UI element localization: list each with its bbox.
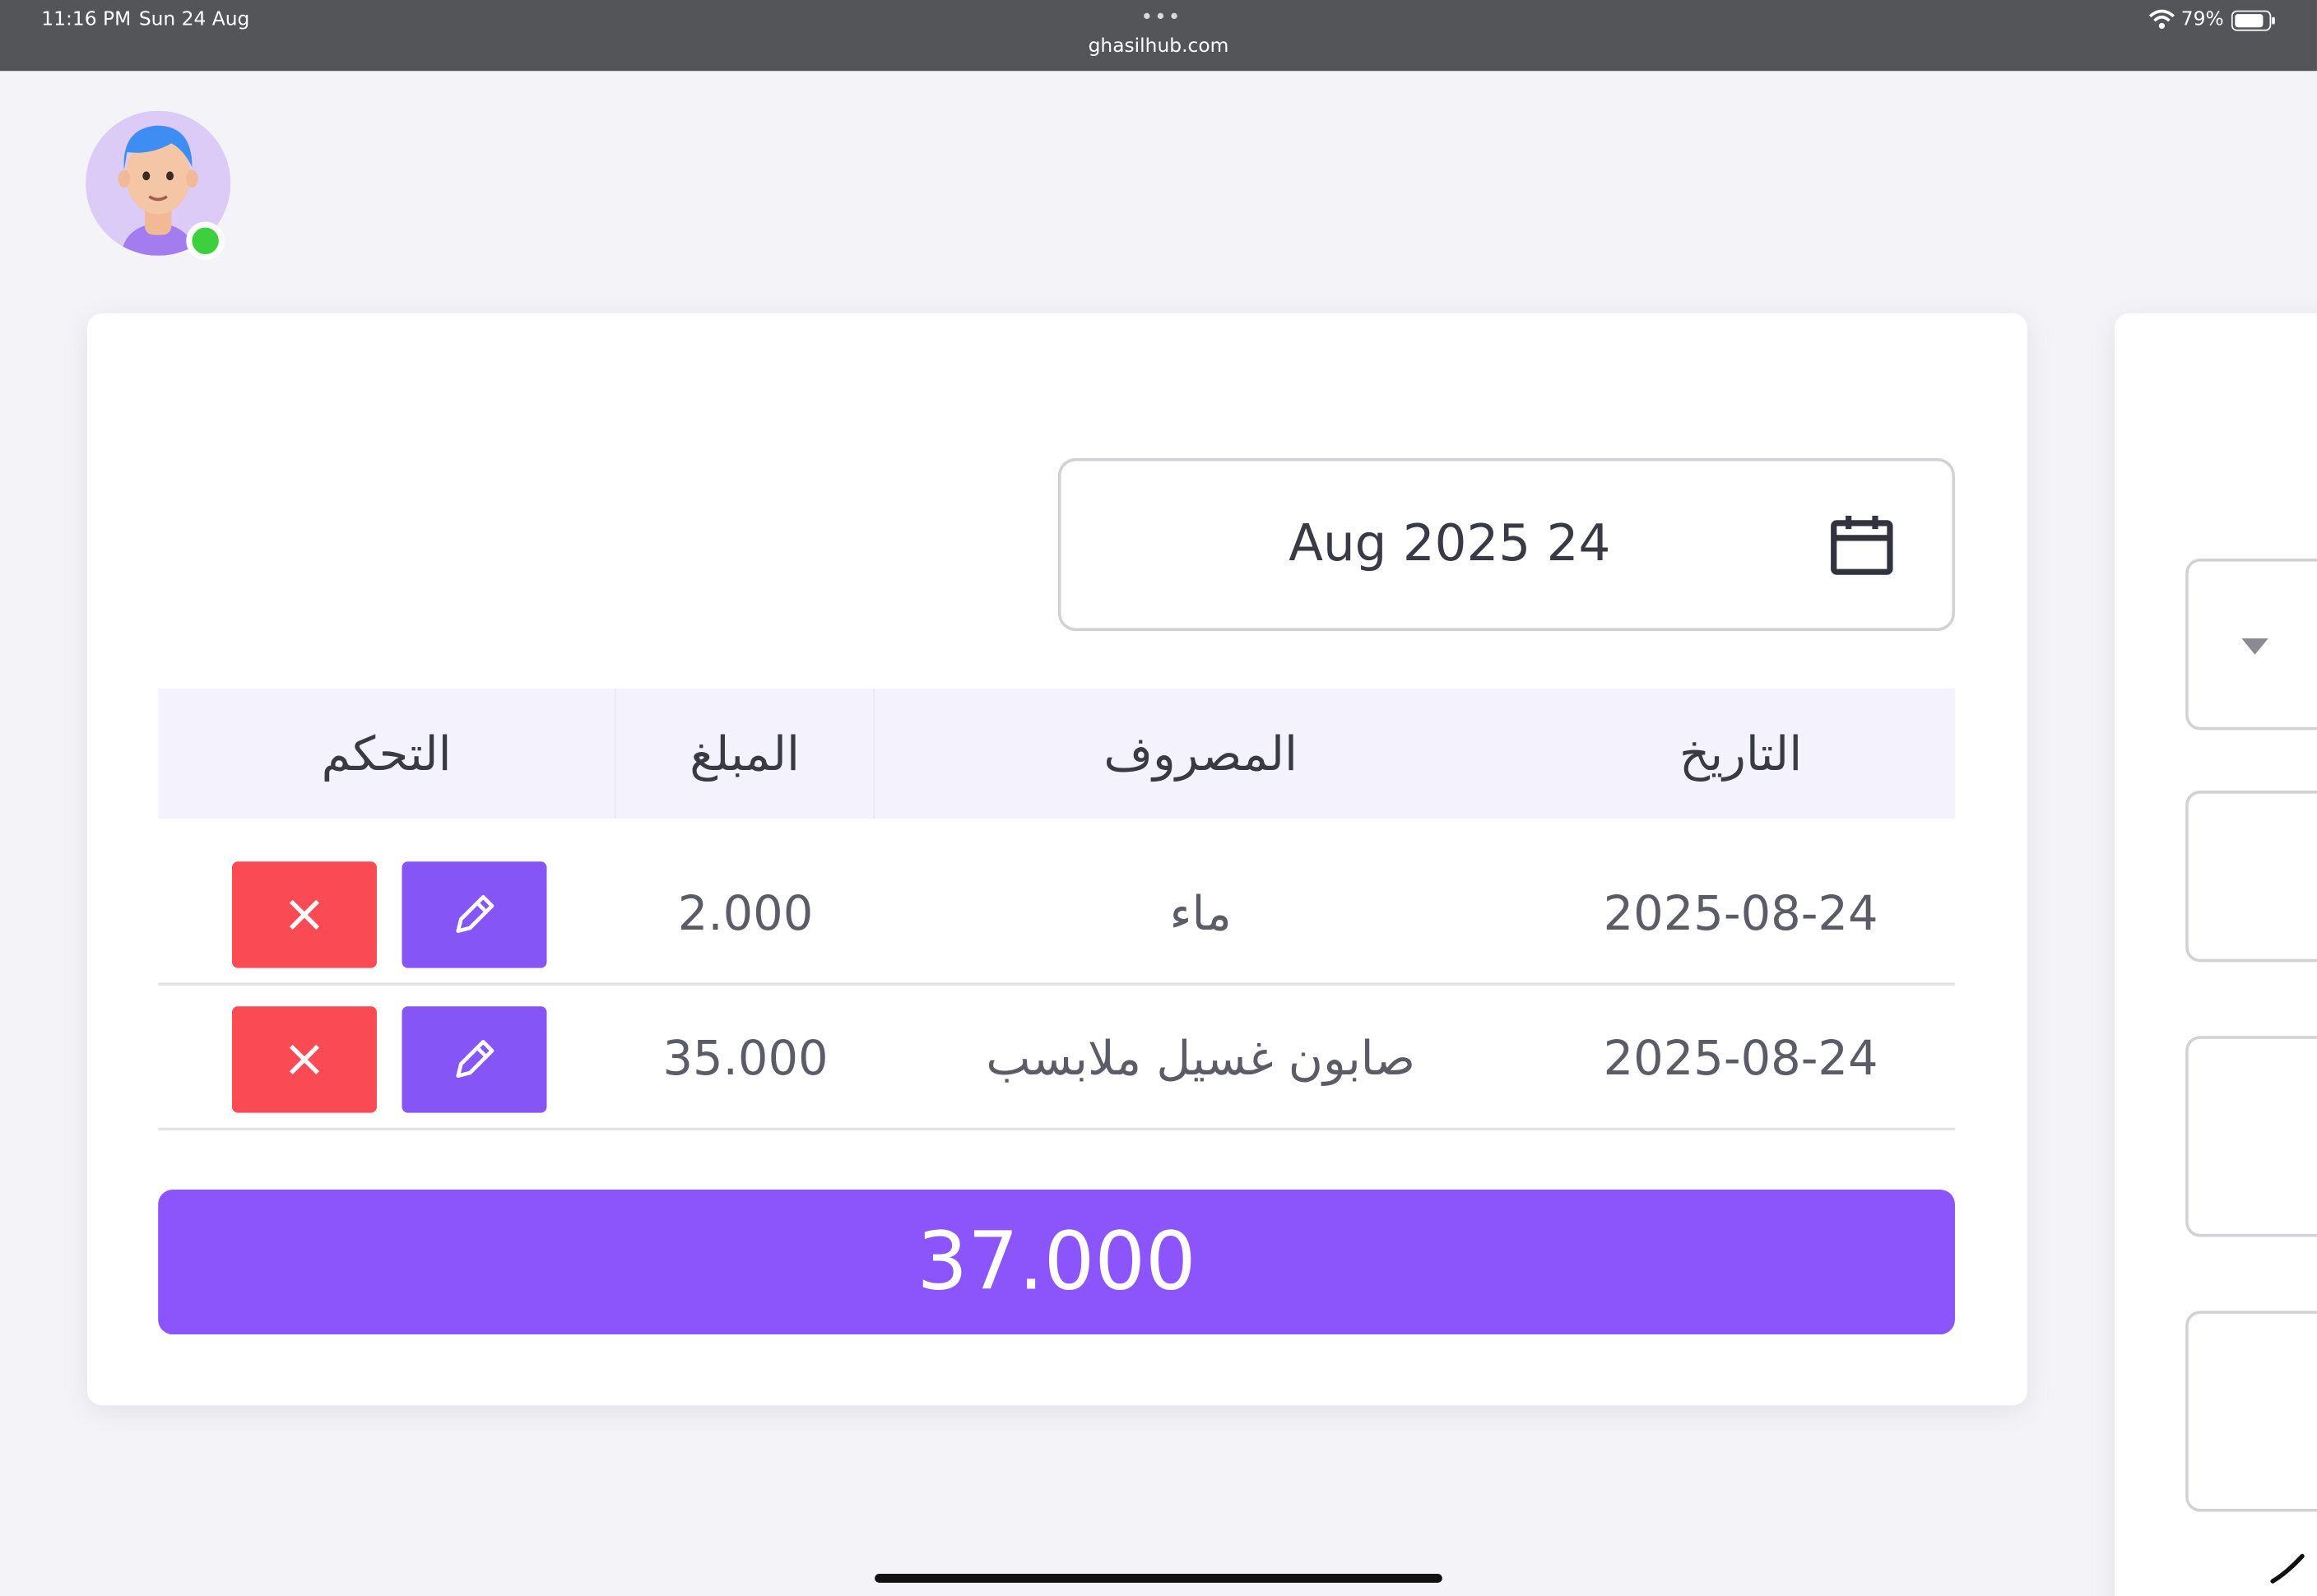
home-indicator[interactable] <box>875 1574 1442 1583</box>
address-url[interactable]: ghasilhub.com <box>0 35 2317 58</box>
edit-button[interactable] <box>402 861 547 968</box>
date-picker-value: Aug 2025 24 <box>1289 514 1611 573</box>
calendar-icon[interactable] <box>1829 514 1894 576</box>
side-form-card <box>2114 313 2317 1596</box>
online-status-indicator <box>186 221 225 261</box>
wifi-icon <box>2148 9 2175 30</box>
close-icon <box>289 899 320 930</box>
header-control: التحكم <box>158 689 616 819</box>
status-time: 11:16 PM <box>41 8 132 31</box>
header-expense: المصروف <box>1103 725 1298 782</box>
cell-date: 2025-08-24 <box>1603 884 1878 942</box>
chevron-down-icon <box>2241 638 2268 655</box>
expenses-card: Aug 2025 24 التحكم المبلغ المصروف التاري… <box>86 313 2027 1406</box>
battery-icon <box>2231 10 2275 31</box>
more-dots-icon[interactable]: ••• <box>1140 6 1182 30</box>
table-row: 2.000 ماء 2025-08-24 <box>158 842 1955 986</box>
pen-stroke-icon <box>2270 1553 2305 1584</box>
cell-amount: 2.000 <box>677 884 814 942</box>
delete-button[interactable] <box>231 861 377 968</box>
date-picker[interactable]: Aug 2025 24 <box>1057 457 1955 632</box>
battery-percent: 79% <box>2180 8 2224 31</box>
total-amount-bar: 37.000 <box>158 1190 1955 1335</box>
pencil-icon <box>456 895 495 934</box>
status-bar: 11:16 PM Sun 24 Aug ••• ghasilhub.com 79… <box>0 0 2317 72</box>
table-header: التحكم المبلغ المصروف التاريخ <box>158 689 1955 819</box>
pencil-icon <box>456 1040 495 1079</box>
edit-button[interactable] <box>402 1006 547 1113</box>
viewport: 11:16 PM Sun 24 Aug ••• ghasilhub.com 79… <box>0 0 2317 1596</box>
side-input[interactable] <box>2185 791 2317 963</box>
cell-expense: صابون غسيل ملابسب <box>986 1030 1415 1087</box>
header-date: التاريخ <box>1679 725 1803 782</box>
side-select[interactable] <box>2185 559 2317 731</box>
table-row: 35.000 صابون غسيل ملابسب 2025-08-24 <box>158 987 1955 1131</box>
status-date: Sun 24 Aug <box>138 8 250 31</box>
header-amount: المبلغ <box>616 689 875 819</box>
cell-date: 2025-08-24 <box>1603 1030 1878 1087</box>
delete-button[interactable] <box>231 1006 377 1113</box>
side-input[interactable] <box>2185 1036 2317 1237</box>
side-input[interactable] <box>2185 1311 2317 1512</box>
cell-amount: 35.000 <box>662 1030 829 1087</box>
cell-expense: ماء <box>1169 884 1232 942</box>
close-icon <box>289 1044 320 1075</box>
